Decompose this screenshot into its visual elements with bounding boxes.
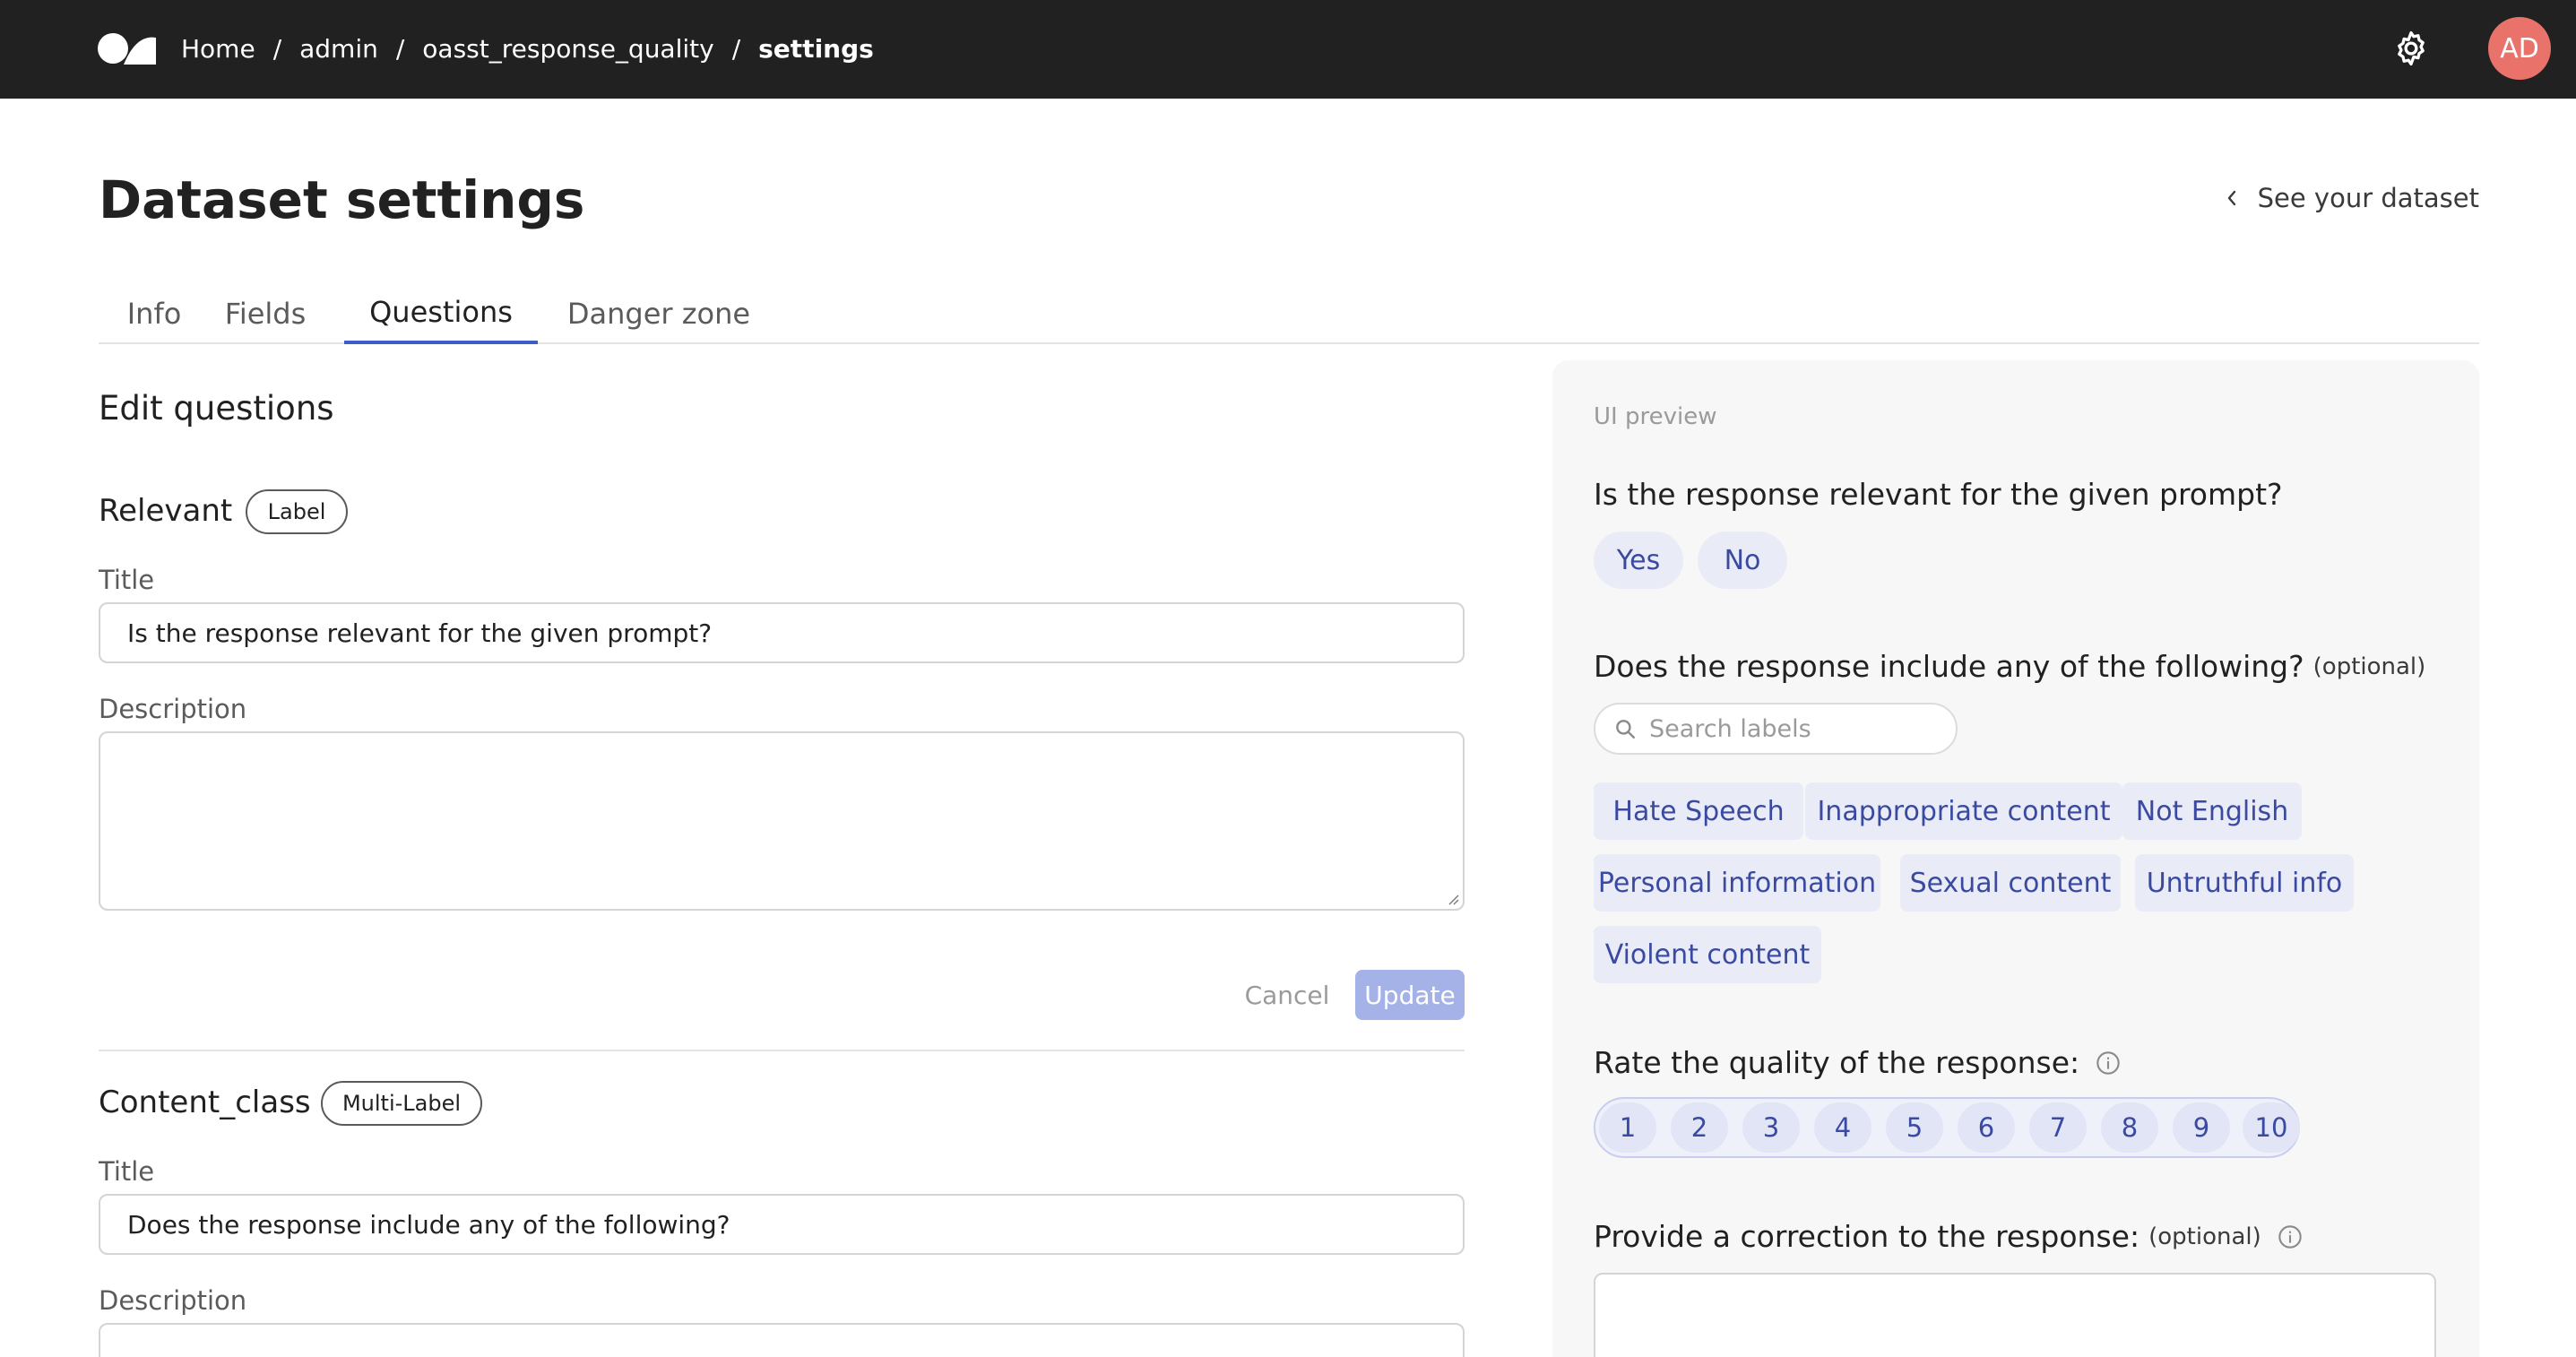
preview-question-title: Does the response include any of the fol…: [1594, 649, 2304, 684]
label-chip-untruthful-info[interactable]: Untruthful info: [2135, 854, 2354, 912]
section-divider: [99, 1050, 1465, 1051]
relevant-title-input[interactable]: Is the response relevant for the given p…: [99, 602, 1465, 663]
info-icon[interactable]: [2096, 1050, 2121, 1076]
breadcrumb: Home / admin / oasst_response_quality / …: [181, 30, 874, 66]
see-dataset-link[interactable]: See your dataset: [2226, 183, 2479, 213]
preview-question-title: Is the response relevant for the given p…: [1594, 477, 2283, 512]
label-chip-not-english[interactable]: Not English: [2122, 782, 2302, 840]
breadcrumb-settings: settings: [758, 33, 874, 64]
label-chip-inappropriate-content[interactable]: Inappropriate content: [1805, 782, 2122, 840]
chevron-left-icon: [2227, 190, 2235, 206]
top-navigation-bar: Home / admin / oasst_response_quality / …: [0, 0, 2576, 99]
info-icon[interactable]: [2278, 1224, 2303, 1249]
label-chip-violent-content[interactable]: Violent content: [1594, 926, 1821, 983]
question-type-badge: Label: [246, 489, 348, 534]
preview-question-content-class: Does the response include any of the fol…: [1594, 649, 2425, 684]
search-icon: [1616, 720, 1635, 739]
gear-icon[interactable]: [2391, 29, 2431, 68]
breadcrumb-separator: /: [731, 33, 741, 64]
question-name-relevant: Relevant: [99, 493, 233, 529]
page-title: Dataset settings: [99, 169, 585, 230]
title-label: Title: [99, 565, 155, 595]
preview-option-yes[interactable]: Yes: [1594, 532, 1683, 589]
ui-preview-label: UI preview: [1594, 403, 1717, 430]
preview-question-rating: Rate the quality of the response:: [1594, 1045, 2121, 1080]
preview-question-correction: Provide a correction to the response: (o…: [1594, 1219, 2303, 1254]
rating-option-1[interactable]: 1: [1599, 1102, 1656, 1153]
breadcrumb-separator: /: [272, 33, 282, 64]
rating-option-4[interactable]: 4: [1814, 1102, 1871, 1153]
rating-option-7[interactable]: 7: [2029, 1102, 2087, 1153]
rating-option-3[interactable]: 3: [1742, 1102, 1800, 1153]
question-name-content-class: Content_class: [99, 1085, 311, 1120]
rating-option-8[interactable]: 8: [2101, 1102, 2158, 1153]
rating-option-9[interactable]: 9: [2173, 1102, 2230, 1153]
optional-tag: (optional): [2148, 1223, 2261, 1250]
edit-questions-heading: Edit questions: [99, 389, 334, 428]
label-chip-personal-information[interactable]: Personal information: [1594, 854, 1880, 912]
tab-questions[interactable]: Questions: [344, 283, 538, 344]
rating-scale: 1 2 3 4 5 6 7 8 9 10: [1594, 1097, 2300, 1158]
relevant-description-textarea[interactable]: [99, 731, 1465, 911]
title-label: Title: [99, 1156, 155, 1187]
rating-option-2[interactable]: 2: [1671, 1102, 1728, 1153]
tab-info[interactable]: Info: [125, 283, 183, 344]
breadcrumb-admin[interactable]: admin: [299, 34, 378, 64]
update-button[interactable]: Update: [1355, 970, 1465, 1020]
preview-option-no[interactable]: No: [1698, 532, 1787, 589]
question-type-badge: Multi-Label: [321, 1081, 482, 1126]
rating-option-5[interactable]: 5: [1886, 1102, 1943, 1153]
tab-danger-zone[interactable]: Danger zone: [566, 283, 751, 344]
description-label: Description: [99, 694, 247, 724]
breadcrumb-dataset[interactable]: oasst_response_quality: [422, 34, 713, 64]
see-dataset-label: See your dataset: [2257, 183, 2479, 213]
breadcrumb-separator: /: [395, 33, 405, 64]
preview-question-title: Rate the quality of the response:: [1594, 1045, 2080, 1080]
optional-tag: (optional): [2312, 653, 2426, 680]
correction-textarea[interactable]: [1594, 1273, 2436, 1357]
brand-logo-icon[interactable]: [97, 30, 158, 66]
search-labels-input[interactable]: Search labels: [1594, 703, 1958, 755]
rating-option-10[interactable]: 10: [2243, 1102, 2300, 1153]
search-placeholder: Search labels: [1649, 714, 1811, 743]
settings-tabs: Info Fields Questions Danger zone: [99, 283, 2479, 344]
label-chip-sexual-content[interactable]: Sexual content: [1900, 854, 2121, 912]
breadcrumb-home[interactable]: Home: [181, 34, 255, 64]
preview-question-relevant: Is the response relevant for the given p…: [1594, 477, 2283, 512]
description-label: Description: [99, 1285, 247, 1316]
cancel-button[interactable]: Cancel: [1232, 977, 1343, 1013]
content-class-description-textarea[interactable]: [99, 1323, 1465, 1357]
rating-option-6[interactable]: 6: [1958, 1102, 2015, 1153]
resize-handle-icon[interactable]: [1445, 891, 1459, 905]
preview-question-title: Provide a correction to the response:: [1594, 1219, 2140, 1254]
tab-fields[interactable]: Fields: [224, 283, 307, 344]
user-avatar[interactable]: AD: [2488, 17, 2551, 80]
label-chip-hate-speech[interactable]: Hate Speech: [1594, 782, 1803, 840]
content-class-title-input[interactable]: Does the response include any of the fol…: [99, 1194, 1465, 1255]
